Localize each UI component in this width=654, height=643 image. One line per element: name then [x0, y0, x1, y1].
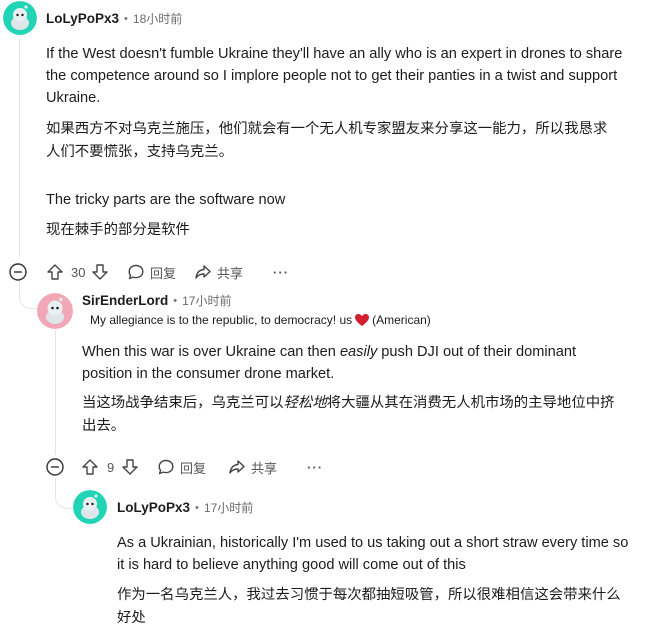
reply-button[interactable]: 回复 — [157, 458, 206, 477]
more-options-button[interactable]: ··· — [273, 265, 289, 280]
comment-body: As a Ukrainian, historically I'm used to… — [117, 532, 628, 576]
upvote-arrow-icon — [82, 459, 98, 475]
share-arrow-icon — [229, 460, 245, 474]
translation: 如果西方不对乌克兰施压，他们就会有一个无人机专家盟友来分享这一能力，所以我恳求 … — [46, 118, 607, 164]
username[interactable]: SirEnderLord — [82, 293, 168, 308]
translation-2: 现在棘手的部分是软件 — [46, 222, 190, 238]
comment-header: LoLyPoPx3 • 18小时前 — [46, 10, 182, 27]
flair-text: My allegiance is to the republic, to dem… — [90, 313, 353, 327]
emphasis-text: easily — [339, 344, 378, 360]
separator-dot: • — [173, 294, 178, 307]
comment-text-line: position in the consumer drone market. — [82, 366, 335, 382]
upvote-arrow-icon — [47, 264, 63, 280]
text-segment: When this war is over Ukraine can then — [82, 344, 340, 360]
comment-text-line: it is hard to believe anything good will… — [117, 557, 466, 573]
share-label: 共享 — [251, 460, 278, 476]
timestamp: 17小时前 — [182, 294, 232, 308]
translation-line: 当这场战争结束后，乌克兰可以轻松地将大疆从其在消费无人机市场的主导地位中挤 — [82, 392, 615, 415]
share-label: 共享 — [217, 265, 244, 281]
thread-curve — [55, 478, 74, 509]
emphasis-text: 轻松地 — [283, 395, 327, 411]
reply-label: 回复 — [180, 460, 207, 476]
username[interactable]: LoLyPoPx3 — [117, 500, 190, 515]
comment-actions: 9 回复 共享 ··· — [45, 456, 323, 478]
timestamp: 17小时前 — [203, 501, 254, 515]
avatar[interactable] — [73, 490, 107, 524]
speech-bubble-icon — [128, 264, 144, 280]
text-segment: push DJI out of their dominant — [377, 344, 576, 360]
collapse-button[interactable] — [45, 457, 67, 477]
comment-text-line: Ukraine. — [46, 90, 101, 106]
translation-line: 好处 — [117, 610, 146, 626]
text-segment: 将大疆从其在消费无人机市场的主导地位中挤 — [326, 395, 615, 411]
comment-text-line: When this war is over Ukraine can then e… — [82, 341, 576, 363]
downvote-button[interactable] — [121, 458, 139, 476]
translation-line: 人们不要慌张，支持乌克兰。 — [46, 144, 234, 160]
translation-line: 如果西方不对乌克兰施压，他们就会有一个无人机专家盟友来分享这一能力，所以我恳求 — [46, 121, 608, 137]
vote-count: 30 — [71, 264, 86, 280]
timestamp: 18小时前 — [132, 12, 183, 26]
upvote-button[interactable] — [46, 263, 64, 281]
user-flair: My allegiance is to the republic, to dem… — [90, 313, 431, 327]
thread-line — [19, 38, 20, 258]
snoo-avatar-icon — [3, 1, 37, 35]
reply-button[interactable]: 回复 — [127, 263, 176, 282]
comment-body: When this war is over Ukraine can then e… — [82, 341, 576, 385]
separator-dot: • — [195, 501, 199, 514]
username[interactable]: LoLyPoPx3 — [46, 11, 119, 26]
separator-dot: • — [124, 12, 128, 25]
collapse-circle-icon — [46, 458, 64, 476]
comment-actions: 30 回复 共享 ··· — [8, 261, 289, 283]
snoo-avatar-icon — [73, 490, 107, 524]
comment-text-line: As a Ukrainian, historically I'm used to… — [117, 535, 629, 551]
comment-text-line: the competence around so I implore peopl… — [46, 68, 618, 84]
downvote-arrow-icon — [92, 264, 108, 280]
avatar[interactable] — [37, 293, 73, 329]
flair-suffix: (American) — [372, 313, 431, 327]
translation: 当这场战争结束后，乌克兰可以轻松地将大疆从其在消费无人机市场的主导地位中挤 出去… — [82, 392, 615, 438]
avatar[interactable] — [3, 1, 37, 35]
snoo-avatar-icon — [37, 293, 73, 329]
downvote-button[interactable] — [91, 263, 109, 281]
share-button[interactable]: 共享 — [194, 263, 243, 282]
comment-header: SirEnderLord • 17小时前 — [82, 292, 231, 309]
upvote-button[interactable] — [81, 458, 99, 476]
share-arrow-icon — [195, 265, 211, 279]
share-button[interactable]: 共享 — [228, 458, 277, 477]
comment-body: If the West doesn't fumble Ukraine they'… — [46, 43, 622, 109]
speech-bubble-icon — [158, 459, 174, 475]
more-options-button[interactable]: ··· — [307, 460, 323, 475]
text-segment: 当这场战争结束后，乌克兰可以 — [82, 395, 284, 411]
red-heart-icon — [355, 314, 370, 326]
collapse-circle-icon — [9, 263, 27, 281]
reply-label: 回复 — [150, 265, 177, 281]
downvote-arrow-icon — [122, 459, 138, 475]
translation: 作为一名乌克兰人，我过去习惯于每次都抽短吸管，所以很难相信这会带来什么 好处 — [117, 584, 621, 630]
comment-header: LoLyPoPx3 • 17小时前 — [117, 499, 253, 516]
vote-count: 9 — [107, 459, 115, 475]
collapse-button[interactable] — [8, 262, 30, 282]
thread-line — [55, 330, 56, 455]
comment-text-2: The tricky parts are the software now — [46, 192, 286, 208]
comment-text-line: If the West doesn't fumble Ukraine they'… — [46, 46, 623, 62]
translation-line: 作为一名乌克兰人，我过去习惯于每次都抽短吸管，所以很难相信这会带来什么 — [117, 587, 621, 603]
translation-line: 出去。 — [82, 418, 126, 434]
